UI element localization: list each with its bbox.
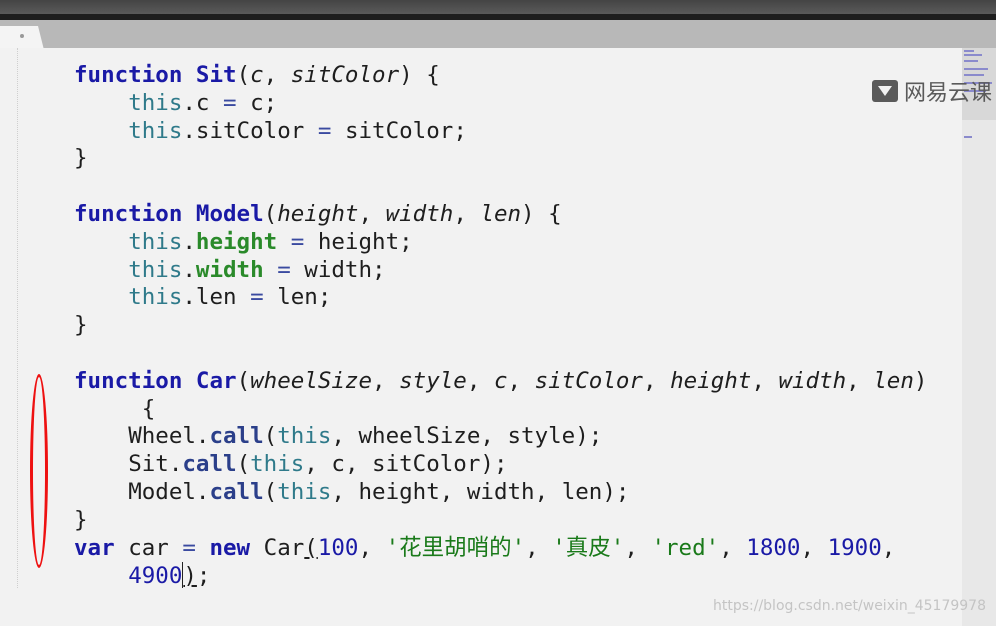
this-keyword: this [128, 117, 183, 144]
this-keyword: this [128, 256, 183, 283]
identifier: Wheel [128, 423, 196, 450]
property: height [195, 228, 278, 255]
minimap[interactable] [962, 48, 996, 626]
identifier: height [317, 228, 400, 255]
minimap-line [964, 60, 978, 62]
property: len [195, 284, 237, 311]
identifier: sitColor [344, 117, 454, 144]
param: style [399, 367, 467, 394]
keyword: function [74, 62, 183, 88]
identifier: car [128, 534, 169, 561]
identifier: wheelSize [358, 423, 481, 450]
function-name-car: Car [195, 367, 237, 394]
minimap-line [964, 136, 972, 138]
number-literal: 4900 [128, 563, 183, 590]
this-keyword: this [128, 89, 183, 116]
param: height [670, 367, 752, 394]
identifier: c [331, 451, 345, 478]
number-literal: 1800 [746, 534, 801, 561]
method-call: call [209, 423, 264, 450]
identifier: width [304, 256, 373, 283]
param: width [385, 200, 454, 227]
identifier: height [358, 478, 440, 505]
this-keyword: this [277, 478, 332, 505]
param: c [493, 367, 508, 394]
keyword: var [74, 534, 115, 561]
param: sitColor [534, 367, 643, 394]
this-keyword: this [128, 228, 183, 255]
identifier: len [561, 478, 603, 505]
tab-modified-dot-icon [20, 34, 24, 38]
property: sitColor [195, 117, 305, 144]
minimap-line [964, 54, 982, 56]
code-block[interactable]: function Sit(c, sitColor) { this.c = c; … [74, 62, 927, 591]
param: sitColor [290, 62, 400, 88]
identifier: sitColor [372, 451, 481, 478]
identifier: style [507, 423, 576, 450]
identifier: c [250, 89, 264, 116]
string-literal: 'red' [651, 534, 720, 561]
minimap-line [964, 50, 974, 52]
function-name-sit: Sit [195, 62, 237, 88]
function-name-model: Model [195, 200, 264, 227]
keyword: new [209, 534, 251, 561]
keyword: function [74, 200, 183, 227]
number-literal: 1900 [827, 534, 882, 561]
watermark-url: https://blog.csdn.net/weixin_45179978 [712, 598, 986, 614]
minimap-line [964, 68, 988, 70]
tab-strip [0, 20, 996, 48]
identifier: Car [263, 534, 305, 561]
param: wheelSize [250, 367, 373, 394]
this-keyword: this [128, 284, 183, 311]
identifier: width [466, 478, 535, 505]
property: c [195, 89, 210, 116]
param: c [250, 62, 264, 88]
method-call: call [182, 451, 237, 478]
editor-tab[interactable] [0, 26, 44, 50]
identifier: Sit [128, 451, 169, 478]
identifier: Model [128, 478, 196, 505]
string-literal: '花里胡哨的' [385, 534, 526, 561]
number-literal: 100 [317, 534, 359, 561]
red-highlight-annotation [30, 374, 48, 568]
identifier: len [277, 284, 318, 311]
window-title-bar [0, 0, 996, 14]
this-keyword: this [250, 451, 305, 478]
param: height [277, 200, 359, 227]
param: width [778, 367, 847, 394]
property: width [195, 256, 264, 283]
this-keyword: this [277, 423, 332, 450]
string-literal: '真皮' [552, 534, 625, 561]
param: len [873, 367, 914, 394]
param: len [480, 200, 522, 227]
keyword: function [74, 367, 183, 394]
method-call: call [209, 478, 264, 505]
indent-guide [17, 48, 19, 588]
